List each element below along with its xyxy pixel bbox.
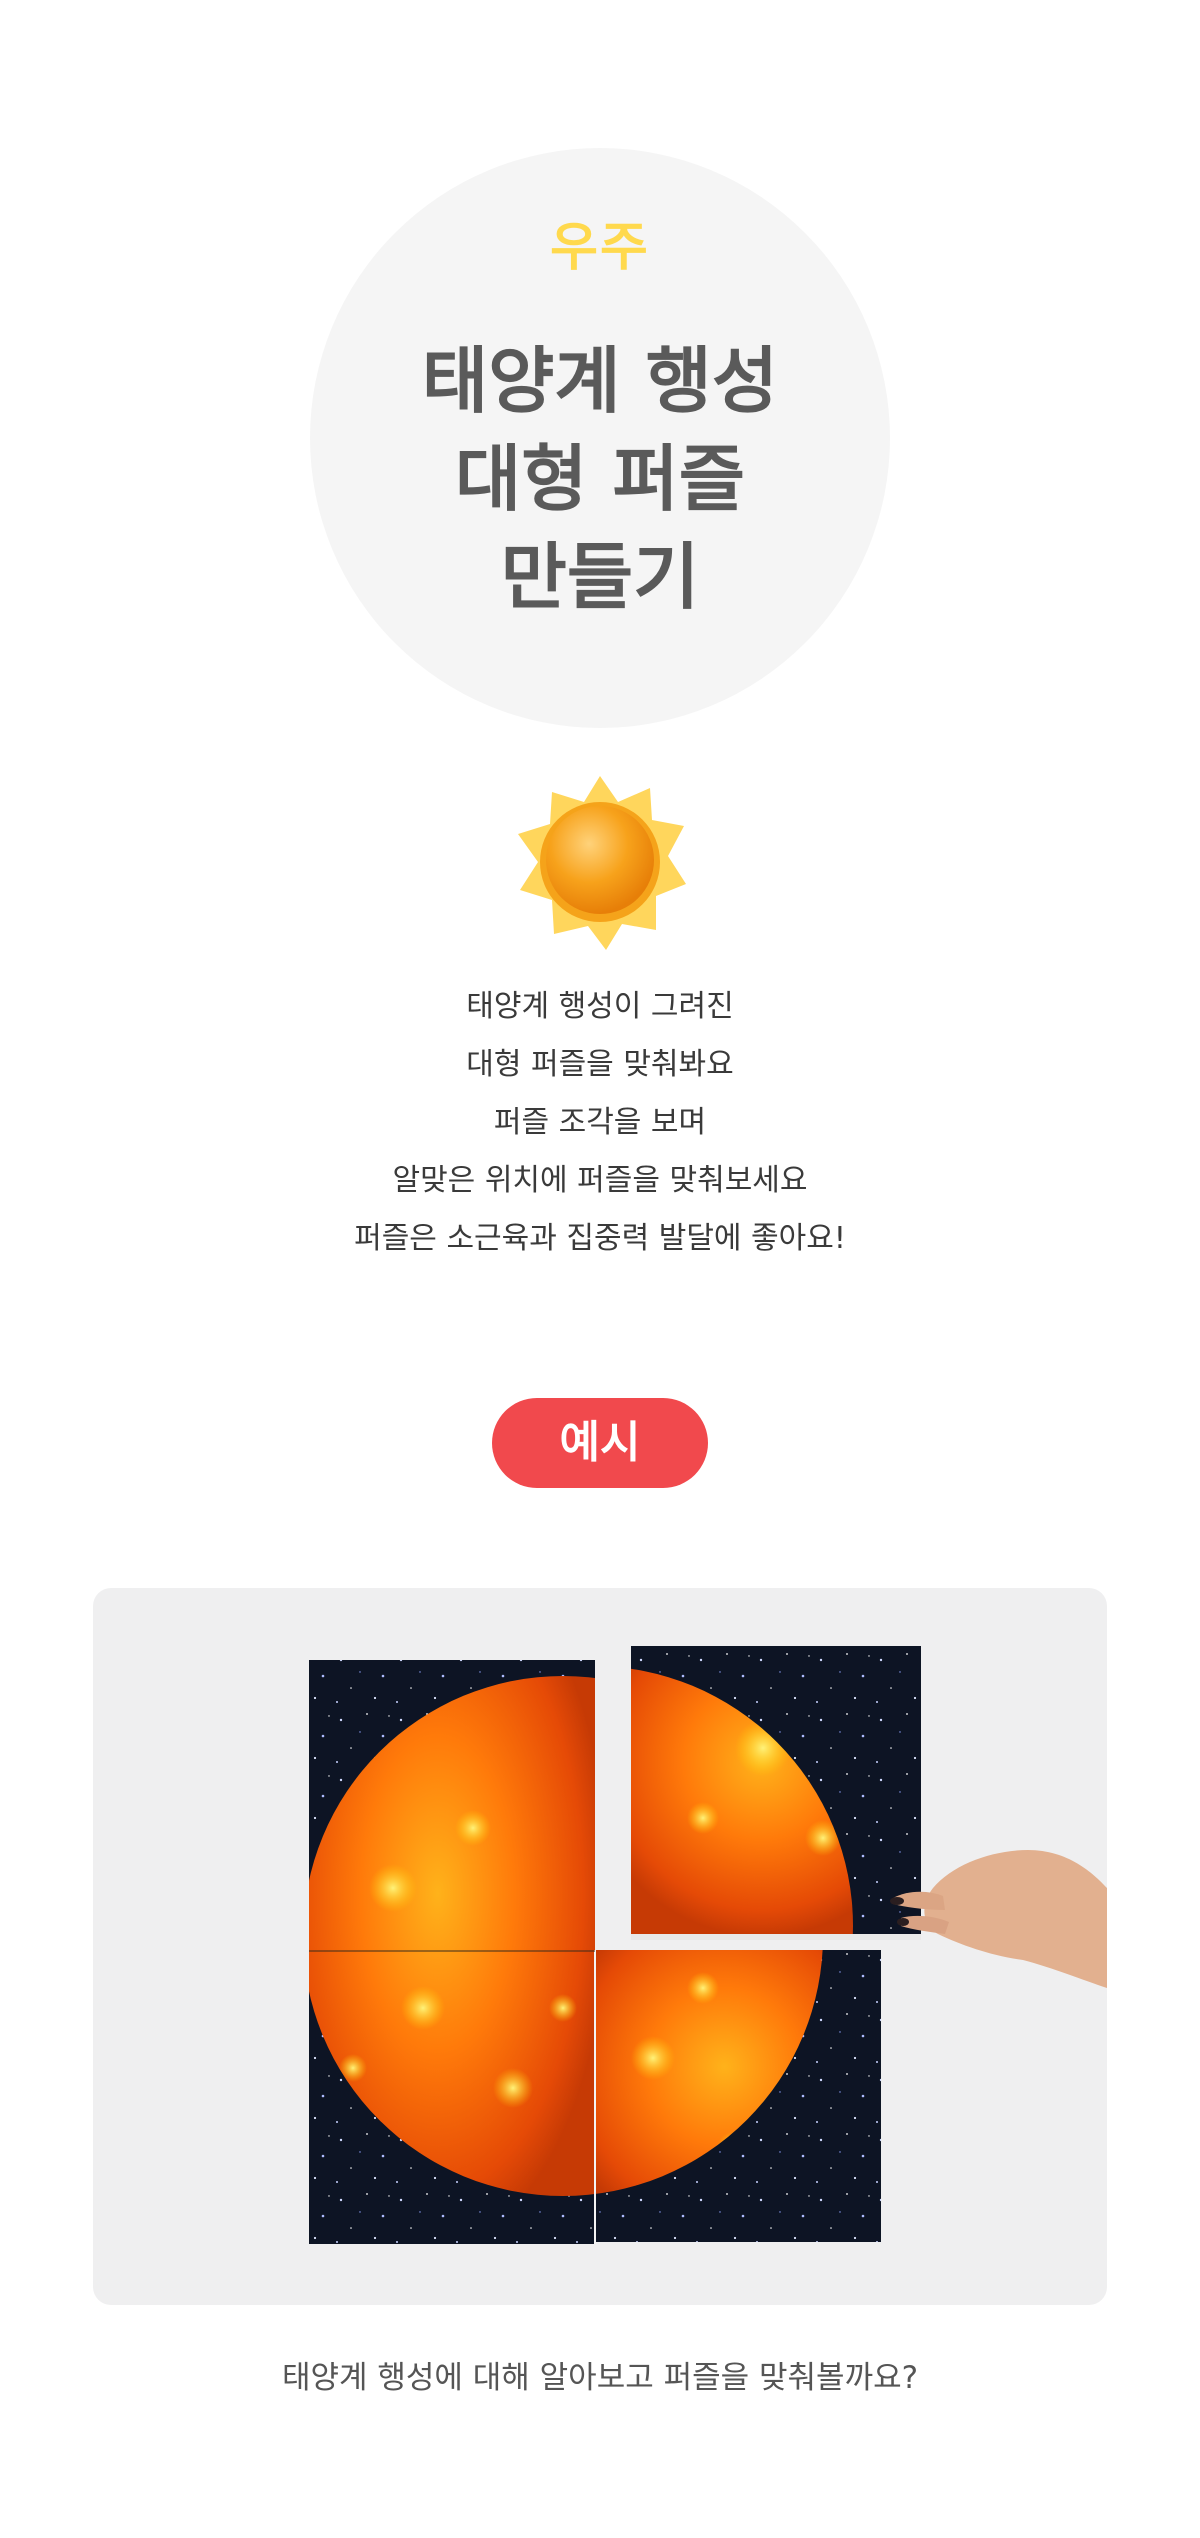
desc-line-3: 퍼즐 조각을 보며 [493, 1105, 707, 1140]
category-label: 우주 [550, 218, 650, 278]
example-badge: 예시 [492, 1398, 708, 1488]
desc-line-4: 알맞은 위치에 퍼즐을 맞춰보세요 [392, 1163, 808, 1198]
sun-puzzle-photo [93, 1588, 1107, 2305]
description: 태양계 행성이 그려진 대형 퍼즐을 맞춰봐요 퍼즐 조각을 보며 알맞은 위치… [0, 978, 1200, 1268]
page-title: 태양계 행성 대형 퍼즐 만들기 [0, 332, 1200, 626]
title-line-1: 태양계 행성 [421, 339, 779, 423]
title-line-3: 만들기 [500, 535, 700, 619]
desc-line-5: 퍼즐은 소근육과 집중력 발달에 좋아요! [354, 1221, 846, 1256]
desc-line-1: 태양계 행성이 그려진 [466, 989, 734, 1024]
desc-line-2: 대형 퍼즐을 맞춰봐요 [466, 1047, 734, 1082]
caption: 태양계 행성에 대해 알아보고 퍼즐을 맞춰볼까요? [281, 2360, 919, 2396]
sun-icon [510, 772, 690, 952]
title-line-2: 대형 퍼즐 [454, 437, 746, 521]
